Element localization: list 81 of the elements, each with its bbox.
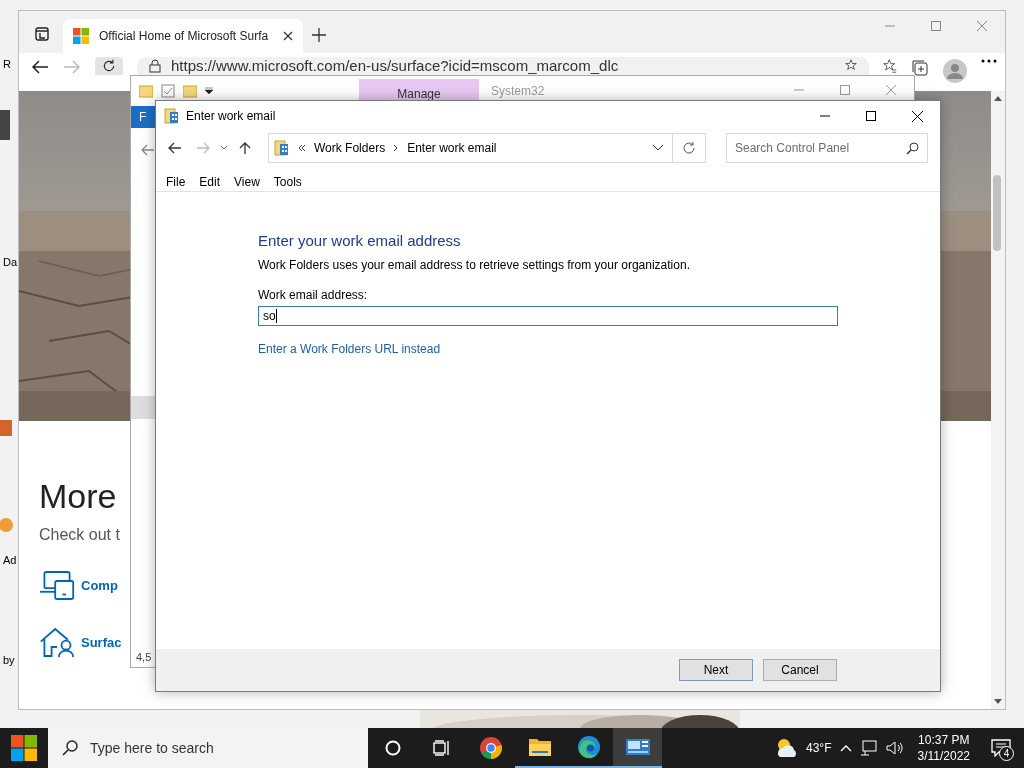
taskbar-app[interactable] (613, 728, 662, 768)
star-icon[interactable] (845, 59, 857, 71)
work-folders-icon (274, 140, 290, 156)
menu-item[interactable]: Tools (273, 175, 302, 191)
chevron-icon (393, 144, 400, 152)
window-title: System32 (491, 84, 545, 98)
search-field[interactable]: Search Control Panel (726, 133, 928, 163)
new-tab-icon[interactable] (311, 27, 327, 43)
start-icon[interactable] (11, 735, 37, 761)
dropdown-icon[interactable] (205, 87, 213, 95)
notifications-icon[interactable] (991, 739, 1011, 757)
window-title: Enter work email (186, 109, 277, 123)
close-icon[interactable] (911, 110, 923, 122)
scroll-up-icon[interactable] (994, 95, 1002, 101)
scroll-down-icon[interactable] (994, 699, 1002, 705)
category-link[interactable]: Surfac (81, 635, 122, 650)
recent-dropdown-icon[interactable] (220, 145, 228, 151)
description-text: Work Folders uses your email address to retrieve settings from your organization. (258, 258, 690, 272)
selected-nav-item[interactable] (131, 396, 156, 419)
back-icon[interactable] (168, 142, 182, 154)
control-panel-icon (624, 737, 651, 757)
desktop-icon-label[interactable]: Ad (3, 554, 17, 566)
temperature-text[interactable]: 43°F (806, 741, 832, 755)
volume-icon[interactable] (885, 740, 904, 756)
chrome-icon (478, 736, 503, 760)
email-input-field[interactable]: so (258, 306, 838, 326)
cortana-icon[interactable] (384, 740, 401, 756)
search-icon (62, 740, 78, 756)
browser-tab[interactable]: Official Home of Microsoft Surfa (63, 19, 303, 53)
more-icon[interactable] (981, 59, 997, 63)
desktop-icon-label[interactable]: Da (3, 256, 18, 268)
address-bar[interactable]: https://www.microsoft.com/en-us/surface?icid=mscom_marcom_dlc (137, 57, 869, 75)
search-icon (906, 141, 919, 155)
field-label: Work email address: (258, 288, 368, 302)
breadcrumb-item[interactable]: Work Folders (314, 141, 386, 155)
network-icon[interactable] (859, 740, 878, 756)
category-link[interactable]: Comp (81, 578, 118, 593)
folder-icon (139, 84, 153, 98)
desktop-icon-label[interactable]: R (3, 58, 11, 70)
work-folders-icon (164, 108, 180, 124)
scroll-thumb[interactable] (993, 175, 1001, 251)
profile-avatar-icon[interactable] (943, 59, 967, 83)
cancel-button[interactable]: Cancel (763, 659, 837, 681)
close-icon[interactable] (283, 31, 293, 41)
menu-item[interactable]: Edit (199, 175, 221, 191)
folder-icon (183, 84, 197, 98)
taskbar-search-field[interactable]: Type here to search (48, 728, 368, 768)
page-heading: Enter your work email address (258, 232, 461, 249)
refresh-icon[interactable] (682, 141, 696, 155)
lock-icon (149, 59, 161, 73)
collections-icon[interactable] (911, 59, 929, 77)
status-text: 4,5 (136, 651, 152, 663)
notification-count: 4 (999, 746, 1014, 761)
dropdown-icon[interactable] (652, 144, 664, 152)
context-tab[interactable]: Manage (359, 79, 479, 103)
devices-icon (39, 570, 75, 601)
tab-actions-icon[interactable] (35, 27, 49, 41)
edge-icon (576, 735, 601, 759)
desktop-icon-label[interactable]: by (3, 654, 15, 666)
breadcrumb-item[interactable]: Enter work email (407, 141, 497, 155)
up-icon[interactable] (239, 141, 251, 155)
address-bar[interactable]: Work Folders Enter work email (268, 133, 706, 163)
windows-logo-icon (73, 28, 89, 44)
next-button[interactable]: Next (679, 659, 753, 681)
task-view-icon[interactable] (432, 740, 451, 756)
menu-item[interactable]: File (166, 175, 186, 191)
chevron-up-icon[interactable] (839, 744, 852, 752)
refresh-icon[interactable] (102, 59, 116, 73)
section-subheading: Check out t (39, 526, 121, 544)
back-icon[interactable] (31, 59, 49, 75)
home-person-icon (39, 627, 75, 658)
url-link[interactable]: Enter a Work Folders URL instead (258, 342, 441, 356)
maximize-icon[interactable] (866, 111, 876, 121)
clock[interactable]: 10:37 PM 3/11/2022 (911, 732, 976, 764)
favorites-icon[interactable] (883, 59, 897, 73)
file-tab[interactable]: F (131, 106, 156, 128)
section-heading: More (39, 477, 118, 516)
menu-item[interactable]: View (234, 175, 260, 191)
overflow-chevron-icon[interactable] (298, 144, 306, 152)
folder-icon (527, 737, 552, 757)
properties-icon[interactable] (161, 84, 175, 98)
